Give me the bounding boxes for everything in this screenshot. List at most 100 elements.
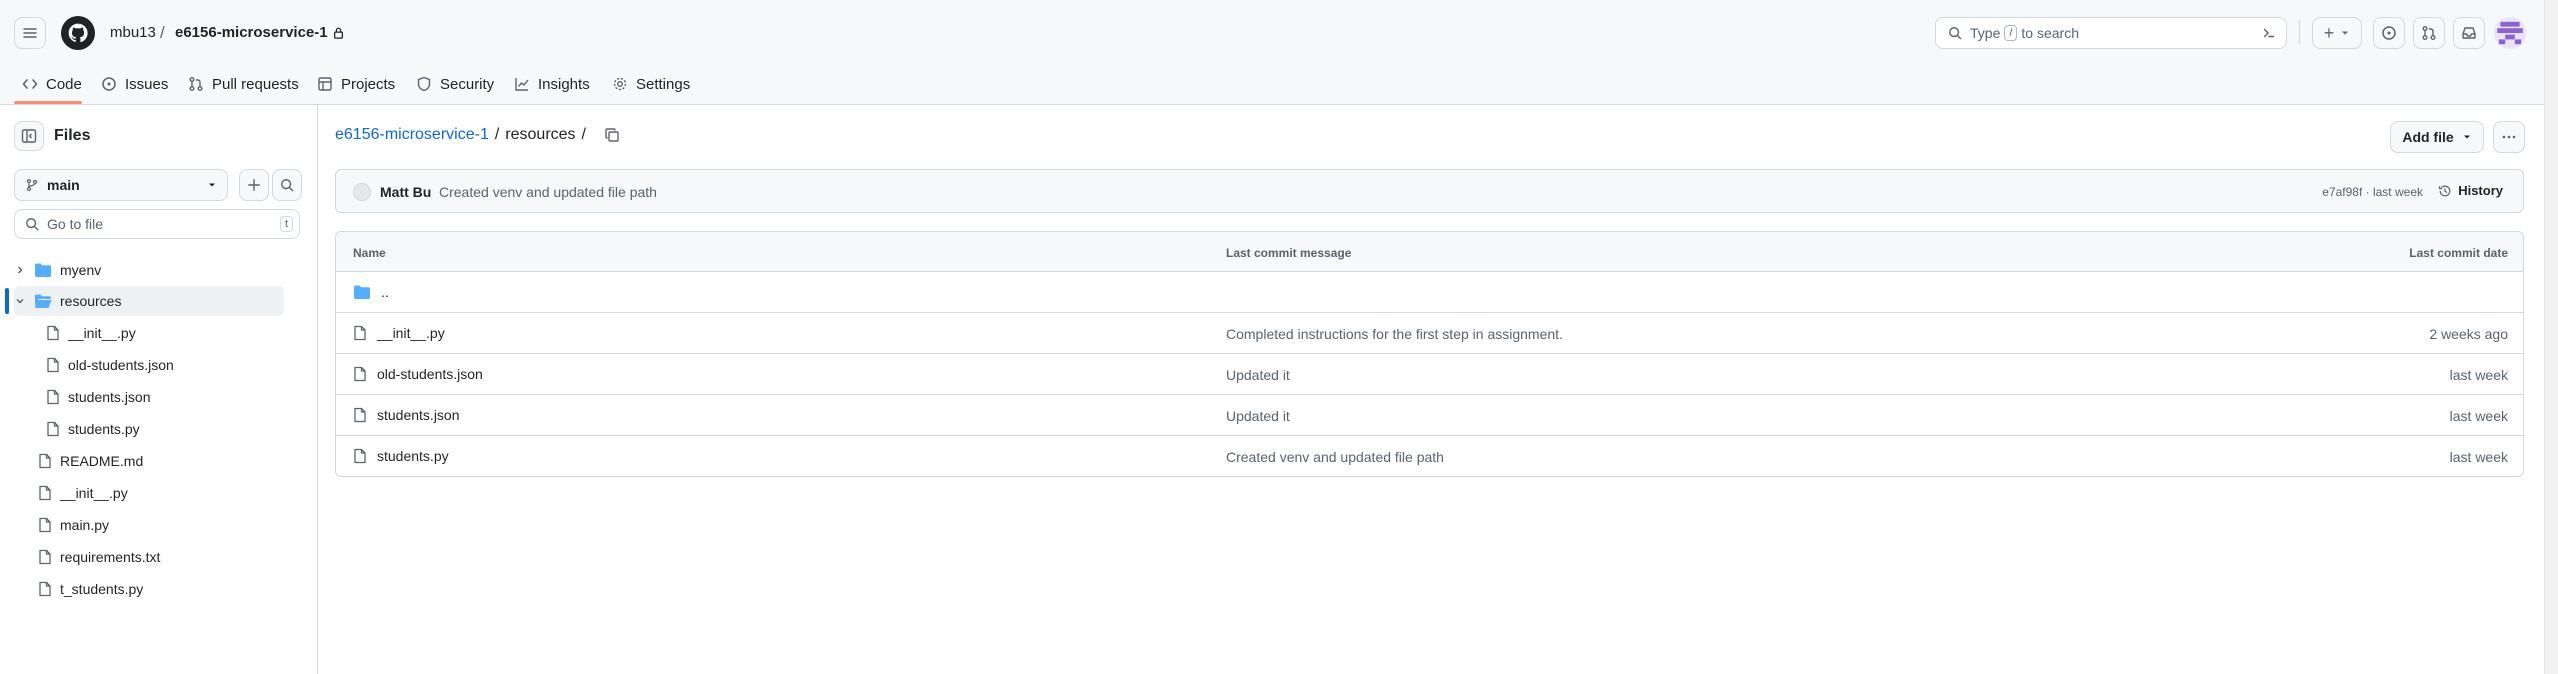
commit-author-avatar[interactable] [353,183,371,201]
owner-link[interactable]: mbu13 [110,24,156,41]
table-row-parent[interactable]: .. [336,272,2523,313]
tree-file[interactable]: old-students.json [46,350,286,380]
tree-file[interactable]: __init__.py [38,478,288,508]
tab-pull-requests[interactable]: Pull requests [188,64,299,104]
pull-requests-button[interactable] [2413,17,2445,49]
tab-code[interactable]: Code [22,64,82,104]
gear-icon [613,77,627,91]
search-icon [26,218,39,231]
tab-label: Insights [538,75,590,93]
github-logo[interactable] [61,16,95,50]
tree-file[interactable]: students.py [46,414,286,444]
table-row[interactable]: __init__.py Completed instructions for t… [336,313,2523,354]
menu-button[interactable] [14,17,46,49]
chevron-down-icon [2463,135,2470,139]
row-commit-message[interactable]: Completed instructions for the first ste… [1226,326,1563,342]
tree-file[interactable]: __init__.py [46,318,286,348]
row-name: students.py [377,448,449,464]
command-palette-button[interactable] [2257,22,2281,44]
tree-folder-myenv[interactable]: myenv [14,255,284,285]
copy-path-button[interactable] [604,127,620,143]
tree-folder-resources[interactable]: resources [14,286,284,316]
file-link[interactable]: students.py [353,448,449,464]
more-options-button[interactable] [2493,121,2525,153]
tree-item-label: t_students.py [60,581,144,597]
search-files-button[interactable] [272,169,302,201]
repo-link[interactable]: e6156-microservice-1 [175,24,344,41]
issue-icon [2382,26,2396,40]
tab-label: Security [440,75,495,93]
tab-settings[interactable]: Settings [612,64,690,104]
tree-file[interactable]: README.md [38,446,288,476]
table-icon [318,77,332,91]
shield-icon [417,76,431,92]
table-row[interactable]: students.py Created venv and updated fil… [336,436,2523,476]
chevron-down-icon [2342,31,2349,35]
tree-file[interactable]: students.json [46,382,286,412]
commit-sha-time[interactable]: e7af98f · last week [2322,185,2423,199]
go-to-file-input[interactable]: Go to file t [14,209,300,239]
history-link[interactable]: History [2438,183,2503,198]
search-icon [281,179,294,192]
tree-file[interactable]: main.py [38,510,288,540]
inbox-button[interactable] [2453,17,2485,49]
pull-request-icon [2422,26,2436,40]
plus-icon [248,179,260,191]
row-commit-date: last week [2449,408,2508,424]
add-file-dropdown[interactable]: Add file [2390,121,2484,153]
row-commit-message[interactable]: Updated it [1226,367,1290,383]
tab-security[interactable]: Security [416,64,494,104]
page-scrollbar[interactable] [2544,0,2558,674]
commit-message[interactable]: Created venv and updated file path [439,184,657,200]
file-icon [47,389,59,405]
row-commit-message[interactable]: Created venv and updated file path [1226,449,1444,465]
breadcrumb-repo-link[interactable]: e6156-microservice-1 [335,126,489,144]
folder-icon [354,285,370,299]
code-icon [22,79,38,89]
column-last-commit-message: Last commit message [1226,246,1352,260]
add-file-button[interactable] [239,169,269,201]
repo-name[interactable]: e6156-microservice-1 [175,24,328,41]
tab-insights[interactable]: Insights [514,64,590,104]
commit-author[interactable]: Matt Bu [380,184,431,200]
go-to-file-shortcut: t [279,216,293,232]
parent-dir-link[interactable]: .. [353,284,389,300]
go-to-file-placeholder: Go to file [47,216,104,232]
file-link[interactable]: __init__.py [353,325,445,341]
search-input[interactable]: Type / to search [1935,17,2287,49]
tab-issues[interactable]: Issues [101,64,168,104]
folder-open-icon [35,294,52,308]
table-row[interactable]: students.json Updated it last week [336,395,2523,436]
add-file-label: Add file [2402,129,2454,145]
tree-file[interactable]: requirements.txt [38,542,288,572]
file-icon [354,448,366,464]
tree-item-label: students.json [68,389,151,405]
row-commit-message[interactable]: Updated it [1226,408,1290,424]
row-commit-date: last week [2449,367,2508,383]
chevron-down-icon [16,298,24,304]
tab-projects[interactable]: Projects [317,64,395,104]
history-icon [2439,185,2451,196]
create-new-button[interactable]: + [2312,17,2362,49]
search-icon [1949,27,1962,40]
lock-icon [333,27,343,39]
tab-label: Pull requests [212,75,299,93]
issues-button[interactable] [2373,17,2405,49]
collapse-sidebar-button[interactable] [14,121,44,151]
column-last-commit-date: Last commit date [2409,246,2508,260]
tab-label: Settings [636,75,691,93]
tab-label: Code [46,75,82,93]
table-row[interactable]: old-students.json Updated it last week [336,354,2523,395]
hamburger-icon [23,28,37,38]
avatar[interactable] [2494,17,2526,49]
file-link[interactable]: students.json [353,407,460,423]
chevron-down-icon [209,183,215,187]
branch-icon [26,178,38,192]
branch-selector[interactable]: main [14,169,228,201]
tree-file[interactable]: t_students.py [38,574,288,604]
file-link[interactable]: old-students.json [353,366,483,382]
row-name: __init__.py [377,325,445,341]
chevron-right-icon [17,266,23,274]
file-icon [47,325,59,341]
tree-item-label: students.py [68,421,140,437]
